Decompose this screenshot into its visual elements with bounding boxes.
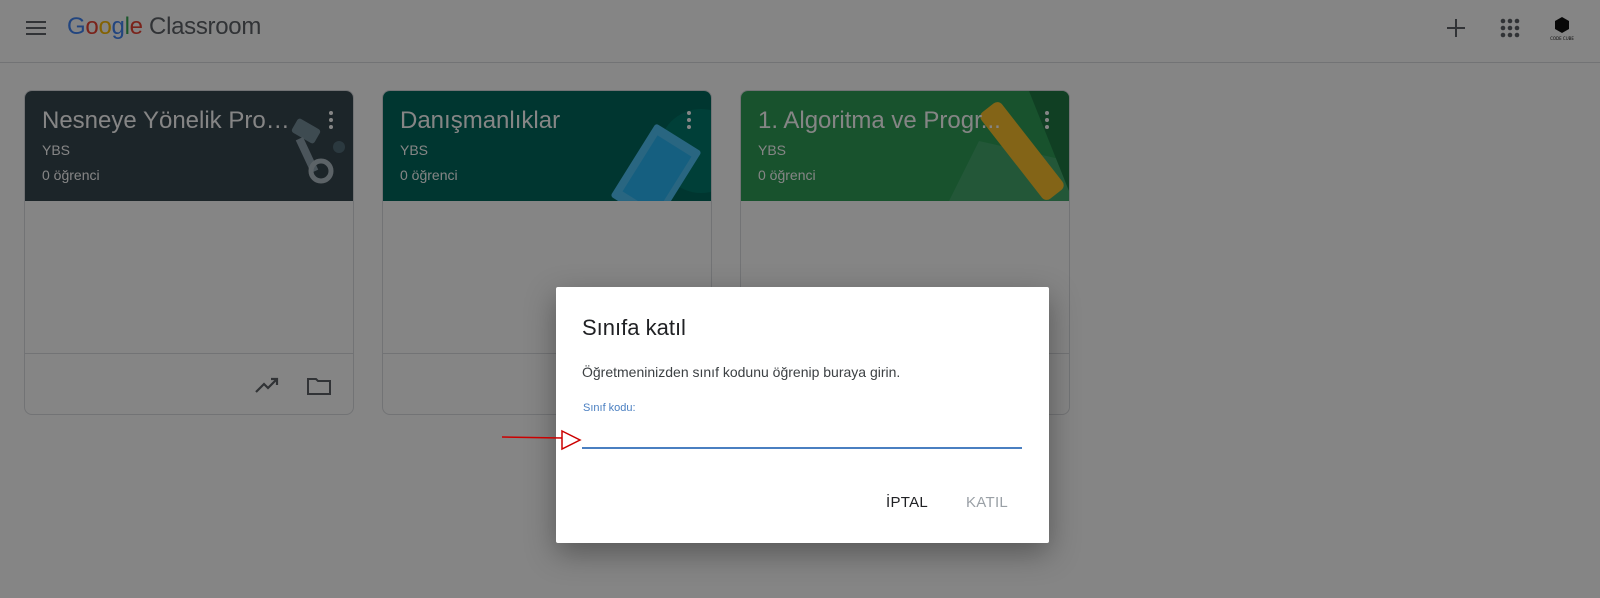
join-class-dialog: Sınıfa katıl Öğretmeninizden sınıf kodun…: [556, 287, 1049, 543]
cancel-button[interactable]: İPTAL: [886, 494, 928, 511]
annotation-arrow-icon: [501, 429, 582, 451]
class-code-input[interactable]: [582, 419, 1022, 449]
dialog-description: Öğretmeninizden sınıf kodunu öğrenip bur…: [582, 364, 901, 380]
join-button[interactable]: KATIL: [966, 494, 1008, 511]
class-code-label: Sınıf kodu:: [583, 402, 636, 414]
dialog-title: Sınıfa katıl: [582, 315, 686, 340]
